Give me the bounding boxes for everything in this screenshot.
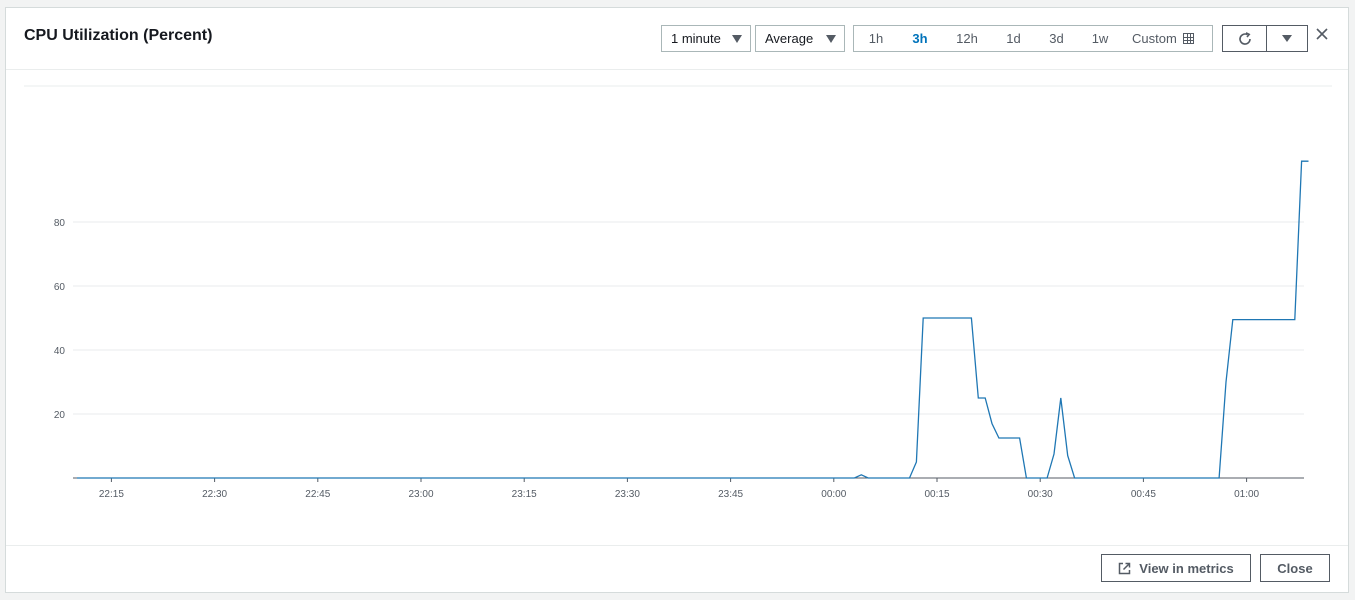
time-range-group: 1h 3h 12h 1d 3d 1w Custom	[853, 25, 1213, 52]
x-tick-label: 01:00	[1234, 489, 1259, 500]
cpu-utilization-modal: CPU Utilization (Percent) 1 minute Avera…	[5, 7, 1349, 593]
x-tick-label: 00:30	[1028, 489, 1053, 500]
view-in-metrics-button[interactable]: View in metrics	[1101, 554, 1251, 582]
time-range-1h[interactable]: 1h	[854, 26, 898, 51]
y-tick-label: 20	[54, 410, 66, 421]
x-tick-label: 00:45	[1131, 489, 1156, 500]
chevron-down-icon	[732, 35, 742, 43]
statistic-select-value: Average	[765, 31, 814, 46]
y-tick-label: 60	[54, 282, 66, 293]
x-tick-label: 22:15	[99, 489, 124, 500]
time-range-3d[interactable]: 3d	[1035, 26, 1078, 51]
y-tick-label: 80	[54, 218, 66, 229]
custom-label: Custom	[1132, 31, 1177, 46]
statistic-select[interactable]: Average	[755, 25, 845, 52]
x-tick-label: 22:30	[202, 489, 227, 500]
close-icon[interactable]	[1315, 27, 1329, 41]
chevron-down-icon	[1282, 35, 1292, 42]
x-tick-label: 22:45	[305, 489, 330, 500]
refresh-options-dropdown[interactable]	[1267, 26, 1307, 51]
view-in-metrics-label: View in metrics	[1139, 560, 1234, 576]
time-range-12h[interactable]: 12h	[942, 26, 992, 51]
x-tick-label: 23:30	[615, 489, 640, 500]
refresh-button[interactable]	[1223, 26, 1267, 51]
period-select[interactable]: 1 minute	[661, 25, 751, 52]
y-tick-label: 40	[54, 346, 66, 357]
period-select-value: 1 minute	[671, 31, 721, 46]
time-range-custom[interactable]: Custom	[1122, 26, 1194, 51]
refresh-icon	[1238, 31, 1251, 45]
close-button[interactable]: Close	[1260, 554, 1330, 582]
refresh-group	[1222, 25, 1308, 52]
time-range-1d[interactable]: 1d	[992, 26, 1035, 51]
calendar-icon	[1182, 33, 1194, 44]
page-title: CPU Utilization (Percent)	[24, 27, 213, 44]
series-line	[77, 160, 1309, 479]
cpu-utilization-chart: 20 40 60 80 22:15 22:30 22:45 23:00 23:15 23:30 23…	[24, 85, 1332, 500]
modal-header: CPU Utilization (Percent) 1 minute Avera…	[6, 8, 1348, 70]
external-link-icon	[1119, 562, 1131, 574]
x-tick-label: 23:15	[512, 489, 537, 500]
x-tick-label: 00:15	[924, 489, 949, 500]
time-range-1w[interactable]: 1w	[1078, 26, 1122, 51]
x-tick-label: 23:45	[718, 489, 743, 500]
close-button-label: Close	[1277, 560, 1313, 576]
x-tick-label: 23:00	[408, 489, 433, 500]
time-range-3h[interactable]: 3h	[898, 26, 942, 51]
chevron-down-icon	[826, 35, 836, 43]
x-tick-label: 00:00	[821, 489, 846, 500]
modal-footer: View in metrics Close	[6, 545, 1348, 592]
chart-area: 20 40 60 80 22:15 22:30 22:45 23:00 23:15 23:30 23…	[6, 70, 1348, 548]
